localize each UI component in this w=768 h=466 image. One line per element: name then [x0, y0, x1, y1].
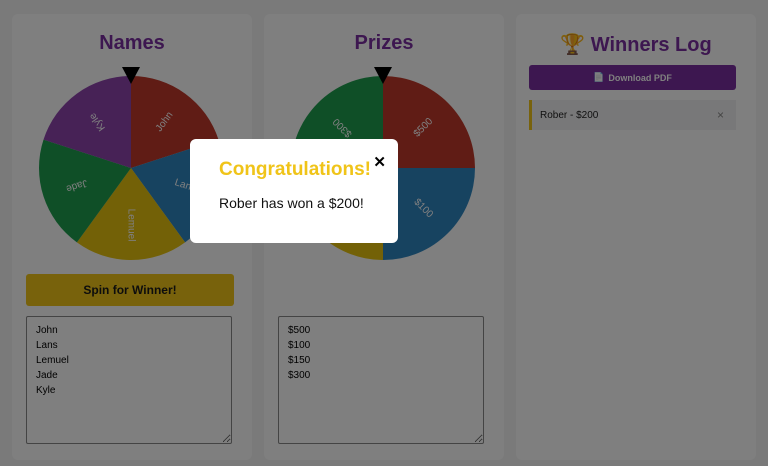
congratulations-modal: Congratulations! Rober has won a $200! ✕	[190, 139, 398, 243]
modal-message: Rober has won a $200!	[219, 195, 364, 211]
close-icon[interactable]: ✕	[373, 153, 386, 171]
modal-title: Congratulations!	[219, 159, 371, 180]
